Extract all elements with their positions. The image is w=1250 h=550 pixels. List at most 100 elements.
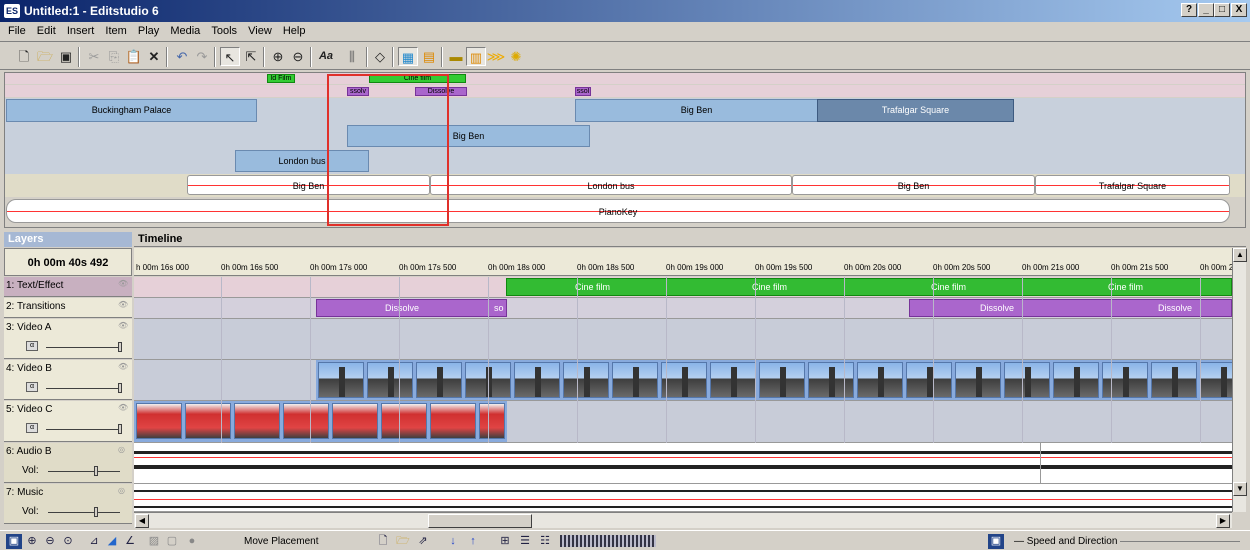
menu-tools[interactable]: Tools <box>207 22 241 37</box>
text-tool-icon[interactable]: Aa <box>316 47 336 66</box>
eye-icon[interactable]: 👁 <box>118 362 128 371</box>
undo-icon[interactable]: ↶ <box>172 47 192 66</box>
cut-icon[interactable]: ✂ <box>84 47 104 66</box>
move-down-icon[interactable]: ↓ <box>445 534 461 549</box>
menu-help[interactable]: Help <box>279 22 310 37</box>
delete-icon[interactable]: ✕ <box>144 47 164 66</box>
keyframe-icon[interactable]: ◇ <box>370 47 390 66</box>
panel-icon[interactable]: ▣ <box>6 534 22 549</box>
speaker-icon[interactable]: ◎ <box>118 445 128 454</box>
folder-icon[interactable]: 🗁 <box>395 534 411 549</box>
close-button[interactable]: X <box>1231 3 1247 17</box>
overview-clip[interactable]: PianoKey <box>6 199 1230 223</box>
viewport-indicator[interactable] <box>327 74 449 226</box>
track-video-c[interactable] <box>134 401 1232 443</box>
video-clip-big-ben[interactable] <box>316 360 1232 400</box>
scroll-up-button[interactable]: ▲ <box>1233 248 1247 262</box>
track-text-effect[interactable]: Cine film Cine film Cine film Cine film <box>134 277 1232 298</box>
open-folder-icon[interactable]: 🗁 <box>35 47 55 66</box>
time-ruler[interactable]: h 00m 16s 000 0h 00m 16s 500 0h 00m 17s … <box>134 248 1232 276</box>
menu-file[interactable]: File <box>4 22 30 37</box>
list-view-icon[interactable]: ☰ <box>517 534 533 549</box>
volume-slider-knob[interactable] <box>94 466 98 476</box>
menu-edit[interactable]: Edit <box>33 22 60 37</box>
opacity-slider-track[interactable] <box>46 347 120 348</box>
layer-audio-b[interactable]: 6: Audio B ◎ Vol: <box>4 443 132 483</box>
vertical-scrollbar[interactable]: ▲ ▼ <box>1232 248 1247 512</box>
select-tool-icon[interactable]: ⇱ <box>241 47 261 66</box>
layer-transitions[interactable]: 2: Transitions 👁 <box>4 298 132 318</box>
volume-slider-knob[interactable] <box>94 507 98 517</box>
volume-slider-track[interactable] <box>48 512 120 513</box>
zoom-fit-icon[interactable]: ⊙ <box>60 534 76 549</box>
layer-music[interactable]: 7: Music ◎ Vol: <box>4 484 132 524</box>
zoom-out-icon[interactable]: ⊖ <box>288 47 308 66</box>
redo-icon[interactable]: ↷ <box>192 47 212 66</box>
speaker-icon[interactable]: ◎ <box>118 486 128 495</box>
layer-video-c[interactable]: 5: Video C 👁 α <box>4 401 132 442</box>
track-audio-b[interactable] <box>134 443 1232 484</box>
overview-clip[interactable]: ssol <box>575 87 591 96</box>
snap-icon[interactable]: ▦ <box>398 47 418 66</box>
grid-view-icon[interactable]: ⊞ <box>497 534 513 549</box>
zoom-in-icon[interactable]: ⊕ <box>268 47 288 66</box>
storyboard-icon[interactable]: ▬ <box>446 47 466 66</box>
ripple-icon[interactable]: ▤ <box>419 47 439 66</box>
circle-icon[interactable]: ● <box>184 534 200 549</box>
layer-video-a[interactable]: 3: Video A 👁 α <box>4 319 132 359</box>
volume-slider-track[interactable] <box>48 471 120 472</box>
overview-clip[interactable]: Trafalgar Square <box>817 99 1014 122</box>
opacity-slider-knob[interactable] <box>118 383 122 393</box>
video-clip-london-bus[interactable] <box>134 401 507 442</box>
transition-clip[interactable]: Dissolve Dissolve <box>909 299 1232 317</box>
eye-icon[interactable]: 👁 <box>118 279 128 288</box>
curve-linear-icon[interactable]: ⊿ <box>86 534 102 549</box>
maximize-button[interactable]: □ <box>1214 3 1230 17</box>
transition-clip[interactable]: Dissolve so <box>316 299 507 317</box>
menu-item[interactable]: Item <box>101 22 130 37</box>
overview-clip[interactable]: London bus <box>430 175 792 195</box>
copy-icon[interactable]: ⎘ <box>104 47 124 66</box>
overview-clip[interactable]: Trafalgar Square <box>1035 175 1230 195</box>
motion-icon[interactable]: ⋙ <box>486 47 506 66</box>
scroll-thumb[interactable] <box>428 514 532 528</box>
save-icon[interactable]: ▣ <box>56 47 76 66</box>
overview-clip[interactable]: Buckingham Palace <box>6 99 257 122</box>
pointer-tool-icon[interactable]: ↖ <box>220 47 240 66</box>
track-video-a[interactable] <box>134 319 1232 360</box>
eye-icon[interactable]: 👁 <box>118 403 128 412</box>
opacity-slider-track[interactable] <box>46 388 120 389</box>
square-icon[interactable]: ▢ <box>164 534 180 549</box>
curve-up-icon[interactable]: ◢ <box>104 534 120 549</box>
menu-insert[interactable]: Insert <box>63 22 99 37</box>
eye-icon[interactable]: 👁 <box>118 300 128 309</box>
horizontal-scrollbar[interactable]: ◀ ▶ <box>134 512 1232 528</box>
layer-text-effect[interactable]: 1: Text/Effect 👁 <box>4 277 132 297</box>
scroll-down-button[interactable]: ▼ <box>1233 482 1247 496</box>
overview-clip[interactable]: Big Ben <box>792 175 1035 195</box>
zoom-out-icon[interactable]: ⊖ <box>42 534 58 549</box>
panel-icon[interactable]: ▣ <box>988 534 1004 549</box>
overview-clip[interactable]: Big Ben <box>575 99 818 122</box>
export-icon[interactable]: ⇗ <box>415 534 431 549</box>
eye-icon[interactable]: 👁 <box>118 321 128 330</box>
text-clip[interactable]: Cine film Cine film Cine film Cine film <box>506 278 1232 296</box>
timeline-view-icon[interactable]: ▥ <box>466 47 486 66</box>
track-music[interactable] <box>134 484 1232 512</box>
crop-icon[interactable]: ▨ <box>146 534 162 549</box>
track-transitions[interactable]: Dissolve so Dissolve Dissolve <box>134 298 1232 319</box>
minimize-button[interactable]: _ <box>1198 3 1214 17</box>
curve-down-icon[interactable]: ∠ <box>122 534 138 549</box>
track-video-b[interactable] <box>134 360 1232 401</box>
help-button[interactable]: ? <box>1181 3 1197 17</box>
menu-view[interactable]: View <box>244 22 276 37</box>
opacity-slider-knob[interactable] <box>118 342 122 352</box>
layer-video-b[interactable]: 4: Video B 👁 α <box>4 360 132 400</box>
new-file-icon[interactable]: 🗋 <box>14 47 34 66</box>
opacity-slider-track[interactable] <box>46 429 120 430</box>
opacity-slider-knob[interactable] <box>118 424 122 434</box>
menu-media[interactable]: Media <box>166 22 204 37</box>
split-icon[interactable]: ⫼ <box>342 47 362 66</box>
zoom-in-icon[interactable]: ⊕ <box>24 534 40 549</box>
menu-play[interactable]: Play <box>134 22 163 37</box>
